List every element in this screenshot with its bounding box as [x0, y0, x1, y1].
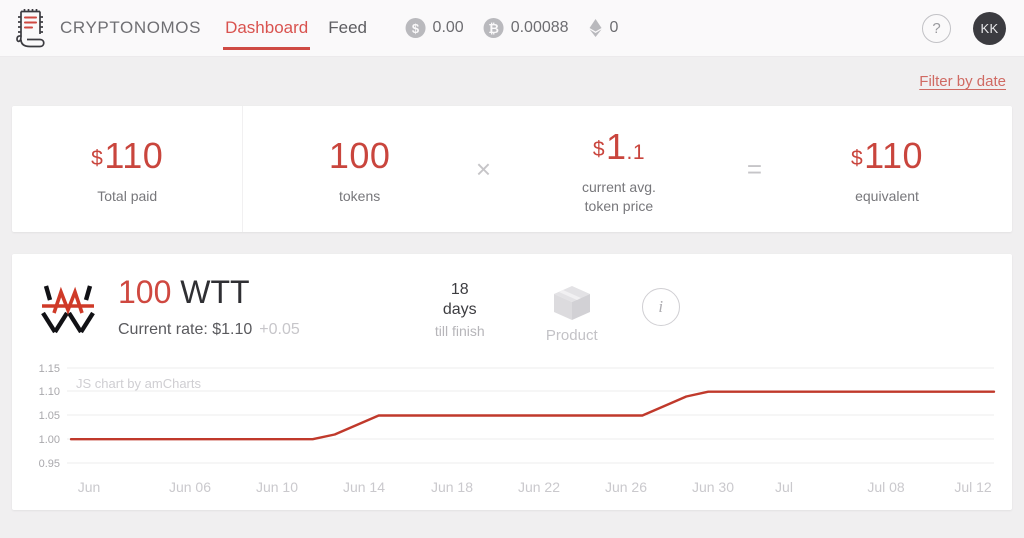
stat-equivalent: $110 equivalent: [762, 106, 1012, 232]
nav-item-dashboard[interactable]: Dashboard: [223, 0, 311, 56]
token-meta: 18 days till finish Product i: [418, 280, 680, 344]
stat-equivalent-currency: $: [850, 147, 864, 171]
filter-by-date-link[interactable]: Filter by date: [919, 73, 1006, 90]
stat-avg-price-label: current avg. token price: [582, 178, 656, 214]
bitcoin-coin-icon: ₿: [483, 18, 504, 38]
x-tick-6: Jun 26: [605, 479, 647, 495]
token-card: 100 WTT Current rate: $1.10 +0.05 18 days…: [12, 254, 1012, 510]
stat-avg-price: $1.1 current avg. token price: [491, 106, 747, 232]
x-tick-9: Jul 08: [867, 479, 905, 495]
token-rate-text: Current rate: $1.10: [118, 320, 253, 338]
stat-total-paid: $110 Total paid: [12, 106, 244, 232]
stat-avg-price-value: $1.1: [593, 129, 645, 165]
y-tick-0: 1.15: [39, 363, 60, 375]
package-box-icon: [553, 286, 590, 320]
days-sublabel: till finish: [434, 323, 485, 339]
chart-watermark: JS chart by amCharts: [76, 376, 201, 391]
info-circle-icon[interactable]: i: [641, 288, 680, 326]
token-rate-delta: +0.05: [259, 320, 300, 338]
nav-item-feed-label: Feed: [328, 18, 367, 37]
stat-avg-price-label-line1: current avg.: [581, 179, 656, 196]
y-tick-4: 0.95: [39, 458, 60, 470]
wallet-usd[interactable]: $ 0.00: [405, 18, 464, 38]
brand[interactable]: CRYPTONOMOS: [14, 8, 201, 48]
token-rate: Current rate: $1.10 +0.05: [118, 321, 300, 339]
token-symbol: WTT: [180, 274, 250, 310]
wallet-btc[interactable]: ₿ 0.00088: [483, 18, 569, 38]
stat-equivalent-label: equivalent: [855, 188, 919, 205]
brand-name: CRYPTONOMOS: [60, 18, 202, 37]
stat-tokens: 100 tokens: [243, 106, 475, 232]
product-block[interactable]: Product: [538, 280, 606, 344]
x-tick-8: Jul: [775, 479, 793, 495]
x-tick-5: Jun 22: [518, 479, 560, 495]
y-tick-3: 1.00: [39, 434, 60, 446]
x-tick-10: Jul 12: [954, 479, 992, 495]
stat-total-paid-number: 110: [104, 135, 164, 177]
token-header: 100 WTT Current rate: $1.10 +0.05 18 days…: [12, 254, 1012, 360]
ethereum-diamond-icon: [589, 19, 602, 37]
stat-total-paid-currency: $: [91, 147, 104, 171]
chart-y-axis-labels: 1.15 1.10 1.05 1.00 0.95: [39, 363, 60, 470]
app-header: CRYPTONOMOS Dashboard Feed $ 0.00 ₿ 0.00…: [0, 0, 1024, 57]
token-title: 100 WTT: [118, 274, 300, 310]
stat-total-paid-value: $110: [91, 138, 163, 174]
stat-total-paid-label: Total paid: [97, 188, 158, 205]
stat-tokens-label: tokens: [339, 188, 381, 205]
header-actions: ? KK: [922, 11, 1006, 45]
avatar[interactable]: KK: [973, 11, 1006, 45]
days-till-finish: 18 days till finish: [418, 280, 502, 339]
token-titles: 100 WTT Current rate: $1.10 +0.05: [118, 274, 300, 339]
stat-equivalent-value: $110: [851, 138, 923, 174]
help-icon[interactable]: ?: [922, 13, 951, 43]
wallet-eth-amount: 0: [609, 19, 619, 36]
nav-item-dashboard-label: Dashboard: [225, 18, 309, 37]
x-tick-7: Jun 30: [692, 479, 734, 495]
x-tick-4: Jun 18: [431, 479, 473, 495]
x-tick-1: Jun 06: [169, 479, 211, 495]
token-amount: 100: [118, 274, 172, 310]
x-tick-3: Jun 14: [343, 479, 385, 495]
wallet-usd-amount: 0.00: [432, 19, 464, 36]
y-tick-1: 1.10: [39, 386, 60, 398]
days-unit: days: [442, 301, 477, 318]
stat-equivalent-number: 110: [864, 135, 924, 177]
x-tick-0: Jun: [78, 479, 101, 495]
stat-avg-price-label-line2: token price: [584, 197, 654, 214]
days-number: 18: [450, 281, 469, 298]
price-chart-svg: 1.15 1.10 1.05 1.00 0.95 JS chart by amC…: [39, 363, 996, 495]
product-label: Product: [545, 327, 598, 344]
y-tick-2: 1.05: [39, 410, 60, 422]
wallet-eth[interactable]: 0: [589, 18, 619, 38]
multiply-operator: ×: [475, 153, 492, 184]
chart-x-axis-labels: Jun Jun 06 Jun 10 Jun 14 Jun 18 Jun 22 J…: [78, 479, 992, 495]
stat-tokens-value: 100: [328, 135, 391, 177]
stat-avg-price-currency: $: [592, 138, 605, 162]
stat-avg-price-decimal: .1: [626, 141, 646, 165]
nav-item-feed[interactable]: Feed: [326, 0, 369, 56]
main-nav: Dashboard Feed: [223, 0, 369, 56]
dollar-coin-icon: $: [405, 18, 426, 38]
chip-scroll-logo-icon: [16, 9, 45, 48]
summary-stats-card: $110 Total paid 100 tokens × $1.1 curren…: [12, 106, 1012, 232]
price-chart: 1.15 1.10 1.05 1.00 0.95 JS chart by amC…: [12, 360, 1012, 510]
wallet-btc-amount: 0.00088: [510, 19, 569, 36]
wallet-balances: $ 0.00 ₿ 0.00088 0: [405, 18, 619, 38]
stat-avg-price-number: 1: [606, 126, 627, 168]
wtt-token-logo-icon: [41, 285, 95, 334]
equals-operator: =: [746, 153, 763, 184]
filter-row: Filter by date: [0, 57, 1024, 106]
x-tick-2: Jun 10: [256, 479, 298, 495]
